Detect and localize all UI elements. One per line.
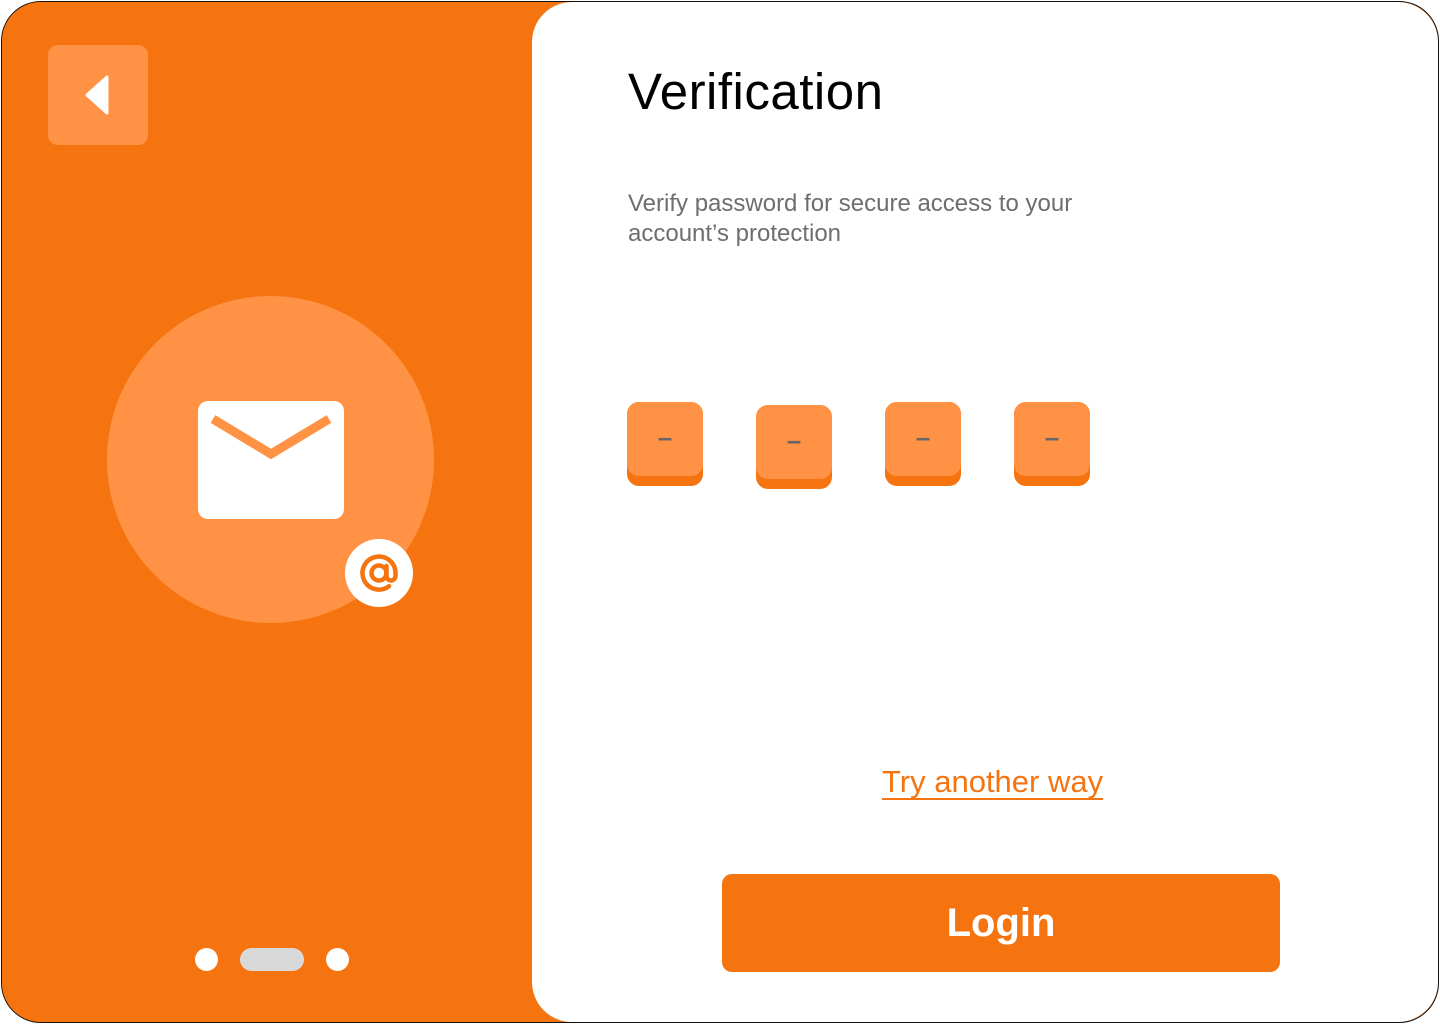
pager-dot[interactable] (195, 947, 218, 971)
otp-digit-2[interactable]: – (756, 405, 832, 489)
pager-dot[interactable] (326, 947, 349, 971)
otp-digit-4[interactable]: – (1014, 402, 1090, 486)
back-button[interactable] (48, 45, 148, 145)
chevron-left-icon (85, 75, 109, 115)
otp-digit-value[interactable]: – (627, 402, 703, 476)
mail-icon (198, 401, 344, 519)
otp-digit-1[interactable]: – (627, 402, 703, 486)
app-window: Verification Verify password for secure … (1, 1, 1439, 1023)
otp-digit-value[interactable]: – (756, 405, 832, 479)
otp-digit-value[interactable]: – (885, 402, 961, 476)
try-another-way-link[interactable]: Try another way (882, 764, 1103, 800)
page-subtitle: Verify password for secure access to you… (628, 190, 1073, 247)
verification-panel: Verification Verify password for secure … (532, 2, 1438, 1022)
pagination-indicator (195, 947, 349, 971)
pager-dot-active[interactable] (240, 947, 304, 971)
page-title: Verification (628, 63, 884, 120)
login-button[interactable]: Login (722, 874, 1280, 972)
otp-digit-3[interactable]: – (885, 402, 961, 486)
otp-digit-value[interactable]: – (1014, 402, 1090, 476)
at-sign-badge (345, 539, 413, 607)
otp-input-group: – – – – (627, 402, 1090, 489)
at-sign-icon (360, 554, 398, 592)
left-panel (2, 2, 602, 1022)
